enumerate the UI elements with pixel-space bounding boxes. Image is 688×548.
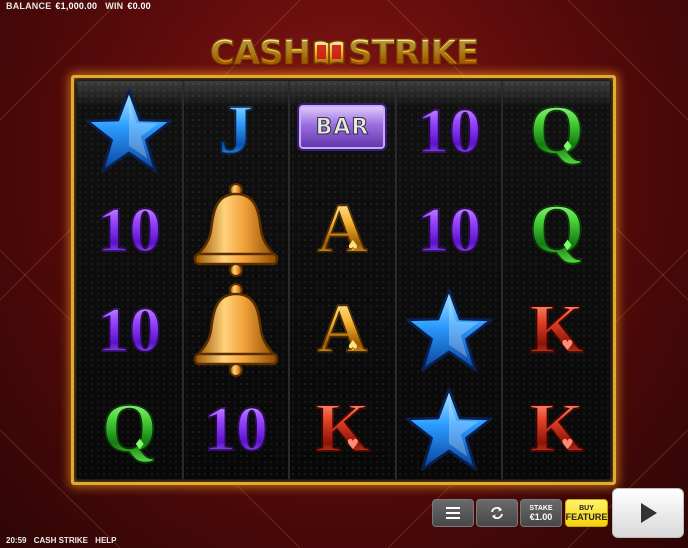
card-symbol-10: 10 — [97, 194, 163, 266]
suit-icon: ♦ — [561, 238, 574, 255]
reel-2: J 10 — [183, 81, 291, 480]
card-symbol-k: K — [315, 390, 371, 468]
balance-label: BALANCE — [6, 1, 52, 11]
reel-2-row-4-symbol: 10 — [184, 380, 289, 480]
reels-frame: 10 10 Q ♦ J 10 BAR A ♠ A ♠ K ♥ 10 10 Q ♦ Q ♦ K ♥ K ♥ — [71, 75, 616, 485]
clock: 20:59 — [6, 536, 27, 545]
card-symbol-a: A — [316, 191, 368, 269]
card-symbol-j: J — [218, 91, 255, 169]
reel-3-row-1-symbol: BAR — [290, 81, 395, 181]
balance-value: €1,000.00 — [55, 1, 98, 11]
game-logo: CASH STRIKE — [0, 30, 688, 76]
menu-icon — [446, 507, 460, 519]
bell-symbol-icon — [193, 282, 279, 377]
reel-3-row-2-symbol: A ♠ — [290, 181, 395, 281]
reel-1: 10 10 Q ♦ — [77, 81, 184, 479]
card-symbol-10: 10 — [203, 393, 269, 465]
reel-5: Q ♦ Q ♦ K ♥ K ♥ — [503, 81, 610, 479]
reel-3-row-3-symbol: A ♠ — [290, 280, 395, 380]
reel-5-row-2-symbol: Q ♦ — [503, 181, 610, 281]
win-value: €0.00 — [127, 1, 151, 11]
logo-text-cash: CASH — [209, 33, 311, 74]
autoplay-icon — [491, 507, 503, 519]
suit-icon: ♠ — [346, 337, 360, 354]
reel-3: BAR A ♠ A ♠ K ♥ — [290, 81, 397, 479]
reel-4-row-4-symbol — [397, 380, 502, 480]
footer-bar: 20:59 CASH STRIKE HELP — [6, 536, 122, 545]
card-symbol-k: K — [529, 290, 585, 368]
suit-icon: ♠ — [346, 238, 360, 255]
autoplay-button[interactable] — [476, 499, 518, 527]
suit-icon: ♥ — [346, 437, 360, 454]
card-symbol-10: 10 — [416, 94, 482, 166]
reels-grid: 10 10 Q ♦ J 10 BAR A ♠ A ♠ K ♥ 10 10 Q ♦ Q ♦ K ♥ K ♥ — [77, 81, 610, 479]
reel-4-row-1-symbol: 10 — [397, 81, 502, 181]
reel-4-row-2-symbol: 10 — [397, 181, 502, 281]
stake-button[interactable]: STAKE €1.00 — [520, 499, 562, 527]
star-symbol-icon — [405, 288, 493, 372]
menu-button[interactable] — [432, 499, 474, 527]
suit-icon: ♥ — [561, 437, 574, 454]
reel-1-row-1-symbol — [77, 81, 182, 181]
footer-game-name: CASH STRIKE — [33, 536, 88, 545]
stake-value: €1.00 — [529, 512, 553, 522]
win-label: WIN — [105, 1, 124, 11]
bell-symbol-icon — [193, 183, 279, 278]
card-symbol-q: Q — [529, 191, 585, 269]
reel-2-row-3-symbol — [184, 280, 289, 380]
reel-5-row-3-symbol: K ♥ — [503, 280, 610, 380]
reel-5-row-4-symbol: K ♥ — [503, 380, 610, 480]
help-link[interactable]: HELP — [95, 536, 116, 545]
reel-3-row-4-symbol: K ♥ — [290, 380, 395, 480]
card-symbol-q: Q — [101, 390, 157, 468]
reel-1-row-2-symbol: 10 — [77, 181, 182, 281]
suit-icon: ♥ — [561, 337, 574, 354]
spin-button[interactable] — [612, 488, 684, 538]
suit-icon: ♦ — [561, 138, 574, 155]
reel-5-row-1-symbol: Q ♦ — [503, 81, 610, 181]
card-symbol-10: 10 — [97, 293, 163, 365]
card-symbol-k: K — [529, 390, 585, 468]
logo-text-strike: STRIKE — [348, 33, 480, 74]
suit-icon: ♦ — [133, 437, 147, 454]
play-icon — [641, 503, 657, 523]
feature-label: FEATURE — [565, 512, 608, 522]
bar-symbol: BAR — [297, 103, 388, 151]
reel-2-row-2-symbol — [184, 181, 289, 281]
reel-2-row-1-symbol: J — [184, 81, 289, 181]
card-symbol-10: 10 — [416, 194, 482, 266]
reel-1-row-3-symbol: 10 — [77, 280, 182, 380]
reel-4: 10 10 — [396, 81, 504, 480]
card-symbol-q: Q — [529, 91, 585, 169]
star-symbol-icon — [85, 89, 173, 173]
buy-feature-button[interactable]: BUY FEATURE — [565, 499, 608, 527]
card-symbol-a: A — [316, 290, 368, 368]
reel-4-row-3-symbol — [397, 280, 502, 380]
book-icon — [313, 39, 345, 66]
reel-1-row-4-symbol: Q ♦ — [77, 380, 182, 480]
star-symbol-icon — [405, 387, 493, 471]
balance-bar: BALANCE €1,000.00 WIN €0.00 — [6, 0, 159, 12]
